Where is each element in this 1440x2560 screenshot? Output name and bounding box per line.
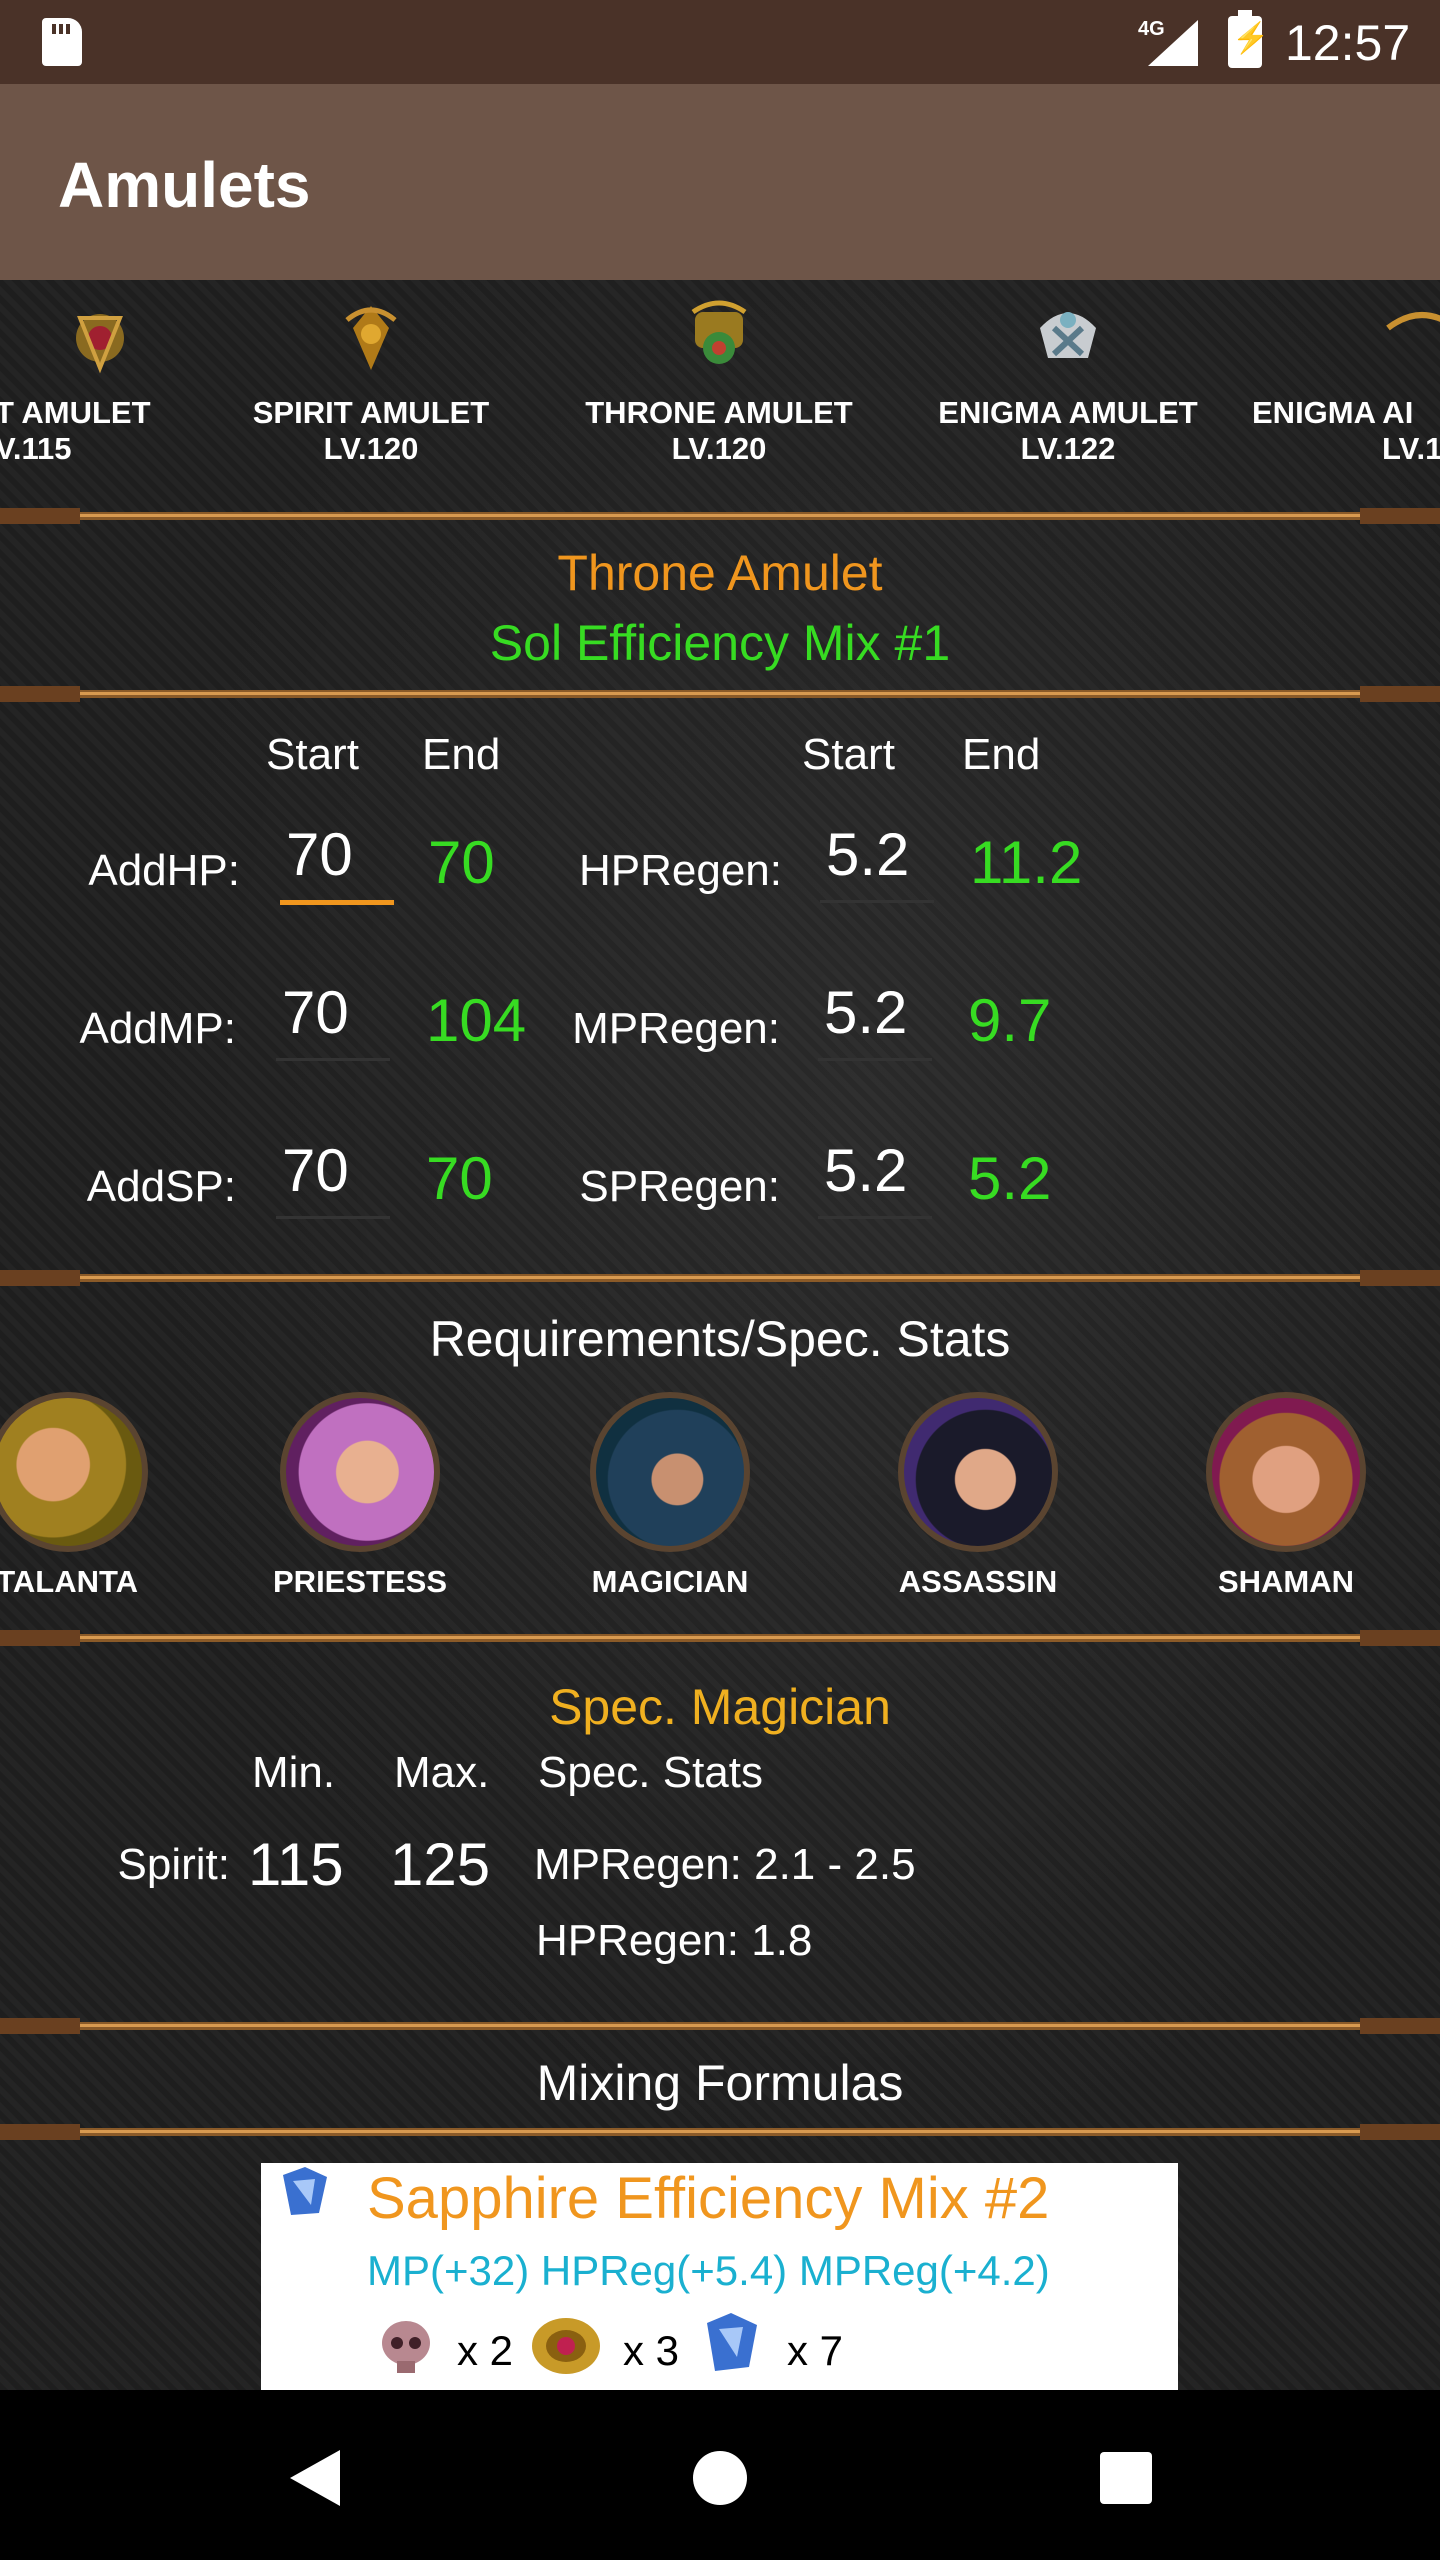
main-content: T AMULET V.115 SPIRIT AMULET LV.120 THRO… bbox=[0, 280, 1440, 2390]
spec-stat-line: HPRegen: 1.8 bbox=[536, 1916, 813, 1965]
addmp-label: AddMP: bbox=[79, 1004, 236, 1053]
addsp-start-input[interactable]: 70 bbox=[276, 1136, 390, 1219]
addsp-label: AddSP: bbox=[86, 1162, 236, 1211]
amulet-name: SPIRIT AMULET bbox=[252, 395, 490, 430]
formula-name: Sapphire Efficiency Mix #2 bbox=[367, 2166, 1050, 2231]
class-name: ASSASSIN bbox=[898, 1564, 1058, 1599]
amulet-icon bbox=[76, 314, 124, 374]
clock: 12:57 bbox=[1285, 15, 1411, 71]
blue-crystal-icon bbox=[283, 2167, 327, 2215]
amulet-name: ENIGMA AI bbox=[1252, 395, 1414, 430]
spregen-start-input[interactable]: 5.2 bbox=[818, 1136, 932, 1219]
amulet-name: T AMULET bbox=[0, 395, 151, 430]
ingredient-qty: x 2 bbox=[457, 2327, 514, 2374]
class-name: PRIESTESS bbox=[273, 1564, 447, 1599]
ornamental-divider bbox=[0, 508, 1440, 524]
addmp-end-value: 104 bbox=[426, 987, 527, 1054]
item-name: Throne Amulet bbox=[557, 545, 883, 601]
amulet-item[interactable]: SPIRIT AMULET LV.120 bbox=[221, 298, 521, 467]
spec-stats-header: Spec. Stats bbox=[538, 1748, 764, 1797]
addhp-label: AddHP: bbox=[88, 846, 240, 895]
requirements-title: Requirements/Spec. Stats bbox=[429, 1311, 1011, 1367]
amulet-name: ENIGMA AMULET bbox=[938, 395, 1198, 430]
mpregen-label: MPRegen: bbox=[572, 1004, 780, 1053]
ingredient-qty: x 3 bbox=[623, 2327, 680, 2374]
home-icon[interactable] bbox=[692, 2450, 748, 2506]
recents-icon[interactable] bbox=[1100, 2452, 1152, 2504]
page-title: Amulets bbox=[58, 149, 311, 221]
amulet-icon bbox=[691, 300, 747, 364]
mpregen-end-value: 9.7 bbox=[968, 987, 1052, 1054]
priestess-portrait bbox=[280, 1392, 440, 1552]
hpregen-end-value: 11.2 bbox=[970, 829, 1083, 896]
amulet-level: LV.1 bbox=[1382, 431, 1440, 466]
formula-card[interactable]: Sapphire Efficiency Mix #2 MP(+32) HPReg… bbox=[261, 2163, 1178, 2390]
amulet-item[interactable]: T AMULET V.115 bbox=[0, 298, 225, 467]
shaman-portrait bbox=[1206, 1392, 1366, 1552]
amulet-icon bbox=[1386, 312, 1440, 331]
amulet-level: LV.120 bbox=[323, 431, 419, 466]
back-icon[interactable] bbox=[288, 2448, 342, 2508]
skull-icon bbox=[382, 2321, 430, 2373]
ornamental-divider bbox=[0, 2124, 1440, 2140]
assassin-portrait bbox=[898, 1392, 1058, 1552]
start-column-header: Start bbox=[266, 730, 359, 779]
navigation-bar bbox=[0, 2390, 1440, 2560]
addsp-end-value: 70 bbox=[426, 1145, 493, 1212]
spirit-label: Spirit: bbox=[117, 1840, 230, 1889]
magician-portrait bbox=[590, 1392, 750, 1552]
ornamental-divider bbox=[0, 1630, 1440, 1646]
formula-bonus: MP(+32) HPReg(+5.4) MPReg(+4.2) bbox=[367, 2247, 1050, 2294]
amulet-level: V.115 bbox=[0, 431, 72, 466]
app-bar: Amulets bbox=[0, 84, 1440, 280]
amulet-icon bbox=[1040, 312, 1096, 358]
ornamental-divider bbox=[0, 1270, 1440, 1286]
class-item-magician[interactable]: MAGICIAN bbox=[560, 1392, 780, 1600]
formulas-title: Mixing Formulas bbox=[536, 2055, 904, 2111]
amulet-item[interactable]: ENIGMA AI LV.1 bbox=[1252, 298, 1440, 467]
max-header: Max. bbox=[394, 1748, 490, 1797]
ornamental-divider bbox=[0, 686, 1440, 702]
ingredient-qty: x 7 bbox=[787, 2327, 844, 2374]
amulet-level: LV.122 bbox=[1020, 431, 1116, 466]
amulet-icon bbox=[345, 306, 397, 370]
gold-gem-icon bbox=[532, 2318, 600, 2374]
amulet-level: LV.120 bbox=[671, 431, 767, 466]
min-header: Min. bbox=[252, 1748, 336, 1797]
battery-charging-icon bbox=[1228, 10, 1269, 68]
amulet-item[interactable]: ENIGMA AMULET LV.122 bbox=[918, 298, 1218, 467]
amulet-name: THRONE AMULET bbox=[585, 395, 853, 430]
hpregen-start-input[interactable]: 5.2 bbox=[820, 820, 934, 903]
signal-icon bbox=[1148, 20, 1198, 66]
talanta-portrait bbox=[0, 1392, 148, 1552]
class-item-talanta[interactable]: TALANTA bbox=[0, 1392, 178, 1600]
end-column-header: End bbox=[962, 730, 1041, 779]
blue-crystal-icon bbox=[707, 2313, 757, 2371]
class-item-priestess[interactable]: PRIESTESS bbox=[250, 1392, 470, 1600]
class-name: SHAMAN bbox=[1217, 1564, 1355, 1599]
spregen-end-value: 5.2 bbox=[968, 1145, 1052, 1212]
addhp-end-value: 70 bbox=[428, 829, 495, 896]
spregen-label: SPRegen: bbox=[579, 1162, 780, 1211]
mpregen-start-input[interactable]: 5.2 bbox=[818, 978, 932, 1061]
class-item-assassin[interactable]: ASSASSIN bbox=[868, 1392, 1088, 1600]
status-bar: 4G 12:57 bbox=[0, 0, 1440, 84]
addmp-start-input[interactable]: 70 bbox=[276, 978, 390, 1061]
end-column-header: End bbox=[422, 730, 501, 779]
addhp-start-input[interactable]: 70 bbox=[280, 820, 394, 905]
spirit-min-value: 115 bbox=[248, 1831, 344, 1898]
class-name: TALANTA bbox=[0, 1564, 138, 1599]
mix-name: Sol Efficiency Mix #1 bbox=[489, 615, 951, 671]
start-column-header: Start bbox=[802, 730, 895, 779]
ornamental-divider bbox=[0, 2018, 1440, 2034]
class-item-shaman[interactable]: SHAMAN bbox=[1176, 1392, 1396, 1600]
amulet-item[interactable]: THRONE AMULET LV.120 bbox=[569, 298, 869, 467]
spec-stat-line: MPRegen: 2.1 - 2.5 bbox=[534, 1840, 916, 1889]
hpregen-label: HPRegen: bbox=[578, 846, 782, 895]
spec-title: Spec. Magician bbox=[549, 1679, 891, 1735]
class-name: MAGICIAN bbox=[591, 1564, 749, 1599]
sd-card-icon bbox=[42, 18, 82, 66]
spirit-max-value: 125 bbox=[390, 1831, 491, 1898]
